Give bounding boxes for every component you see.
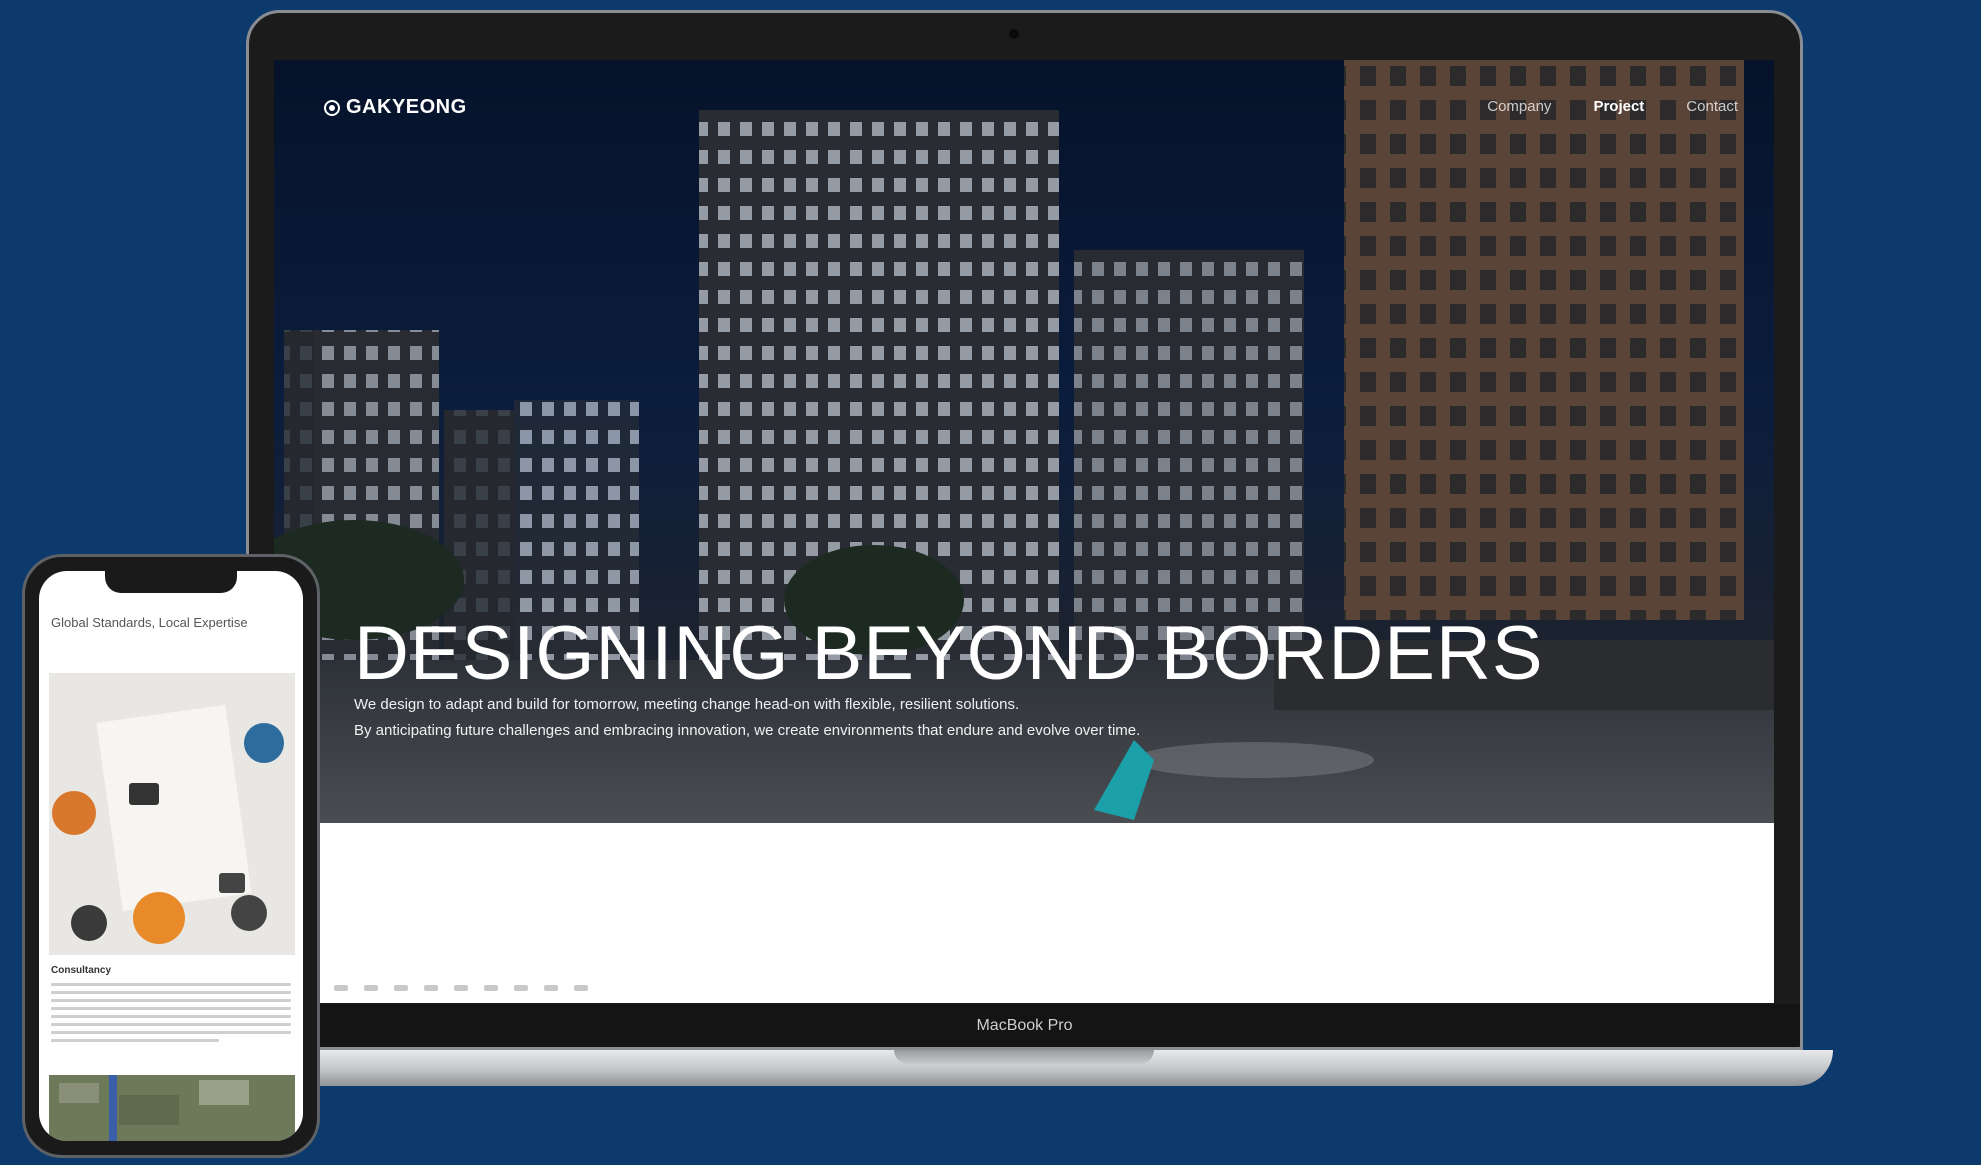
nav-contact[interactable]: Contact [1686,98,1738,115]
hero-title: DESIGNING BEYOND BORDERS [354,611,1544,696]
hero-subtitle-line-2: By anticipating future challenges and em… [354,722,1141,739]
phone-body-text [51,983,291,1047]
phone-screen: Global Standards, Local Expertise Consul… [39,571,303,1141]
laptop-chin: MacBook Pro [249,1004,1800,1047]
site-logo-text: GAKYEONG [346,96,467,118]
site-logo[interactable]: GAKYEONG [324,96,467,119]
nav-project[interactable]: Project [1593,98,1644,115]
hero-subtitle-line-1: We design to adapt and build for tomorro… [354,696,1020,713]
logo-icon [324,99,340,116]
laptop-screen: GAKYEONG Company Project Contact DESIGNI… [274,60,1774,1003]
phone-section-title: Consultancy [51,965,112,976]
phone-heading: Global Standards, Local Expertise [51,615,248,630]
phone-team-image [49,673,295,955]
laptop-mockup: GAKYEONG Company Project Contact DESIGNI… [216,10,1833,1100]
content-section [274,823,1774,1003]
hero-section: GAKYEONG Company Project Contact DESIGNI… [274,60,1774,823]
content-preview-row [304,985,588,991]
nav-company[interactable]: Company [1487,98,1551,115]
phone-map-image [49,1075,295,1141]
site-nav: Company Project Contact [1487,98,1738,115]
hero-subtitle: We design to adapt and build for tomorro… [354,692,1454,744]
phone-mockup: Global Standards, Local Expertise Consul… [22,554,320,1158]
laptop-model-label: MacBook Pro [976,1016,1073,1034]
laptop-base-notch [894,1050,1154,1064]
phone-notch [105,571,237,593]
